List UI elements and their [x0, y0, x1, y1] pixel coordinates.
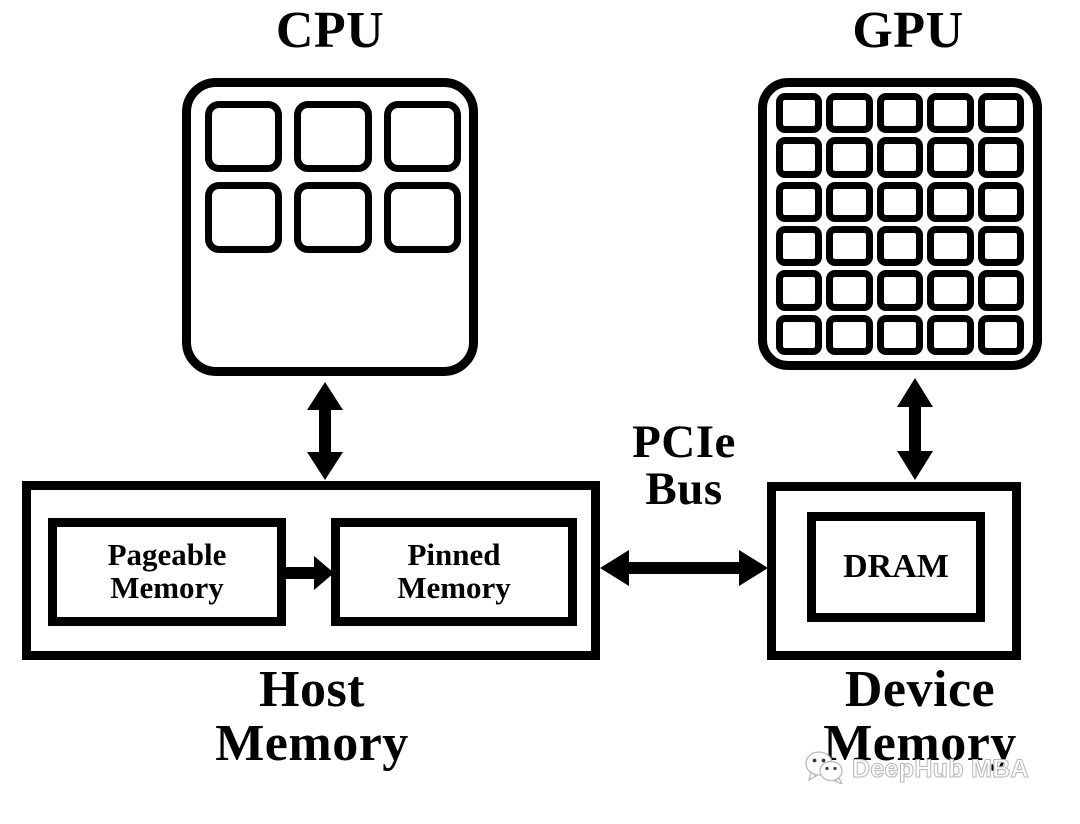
gpu-core: [977, 181, 1024, 222]
gpu-core: [776, 314, 823, 355]
gpu-core: [826, 137, 873, 178]
gpu-core: [977, 225, 1024, 267]
pageable-memory-box: Pageable Memory: [48, 518, 286, 626]
gpu-core: [977, 314, 1024, 355]
gpu-core: [927, 314, 974, 355]
gpu-chip-block: [758, 78, 1042, 370]
gpu-core-grid: [776, 93, 1024, 355]
gpu-core: [776, 137, 823, 178]
pinned-memory-label: Pinned Memory: [397, 537, 511, 605]
gpu-core: [927, 93, 974, 134]
gpu-core: [876, 270, 924, 311]
host-memory-label: Host Memory: [215, 661, 409, 773]
gpu-core: [776, 181, 823, 222]
gpu-core: [927, 137, 974, 178]
gpu-core: [876, 314, 924, 355]
gpu-core: [776, 270, 823, 311]
gpu-device-arrow: [893, 378, 937, 480]
gpu-core: [826, 181, 873, 222]
cpu-core: [294, 182, 372, 253]
cpu-core: [294, 101, 372, 172]
cpu-core: [205, 182, 283, 253]
device-memory-label: Device Memory: [823, 661, 1017, 773]
gpu-core: [876, 181, 924, 222]
cpu-chip-block: [182, 78, 478, 376]
gpu-core: [927, 225, 974, 267]
gpu-core: [876, 225, 924, 267]
pcie-bus-arrow: [600, 546, 768, 590]
cpu-core: [383, 101, 461, 172]
dram-label: DRAM: [843, 548, 949, 586]
gpu-title: GPU: [852, 2, 964, 59]
pageable-memory-label: Pageable Memory: [107, 537, 227, 605]
pinned-memory-box: Pinned Memory: [331, 518, 577, 626]
cpu-core-grid: [205, 101, 461, 253]
gpu-core: [977, 270, 1024, 311]
gpu-core: [977, 93, 1024, 134]
gpu-core: [927, 270, 974, 311]
gpu-core: [977, 137, 1024, 178]
gpu-core: [826, 270, 873, 311]
gpu-core: [826, 314, 873, 355]
pcie-bus-label: PCIe Bus: [632, 416, 736, 515]
cpu-core: [383, 182, 461, 253]
gpu-core: [826, 225, 873, 267]
cpu-title: CPU: [275, 2, 385, 59]
pageable-to-pinned-arrow: [286, 556, 334, 590]
gpu-core: [776, 225, 823, 267]
gpu-core: [927, 181, 974, 222]
gpu-core: [826, 93, 873, 134]
gpu-core: [876, 137, 924, 178]
cpu-core: [205, 101, 283, 172]
gpu-core: [776, 93, 823, 134]
dram-box: DRAM: [807, 512, 985, 622]
cpu-host-arrow: [303, 382, 347, 480]
diagram-canvas: CPU GPU Pageable Memory Pinned Memory PC…: [0, 0, 1080, 824]
gpu-core: [876, 93, 924, 134]
